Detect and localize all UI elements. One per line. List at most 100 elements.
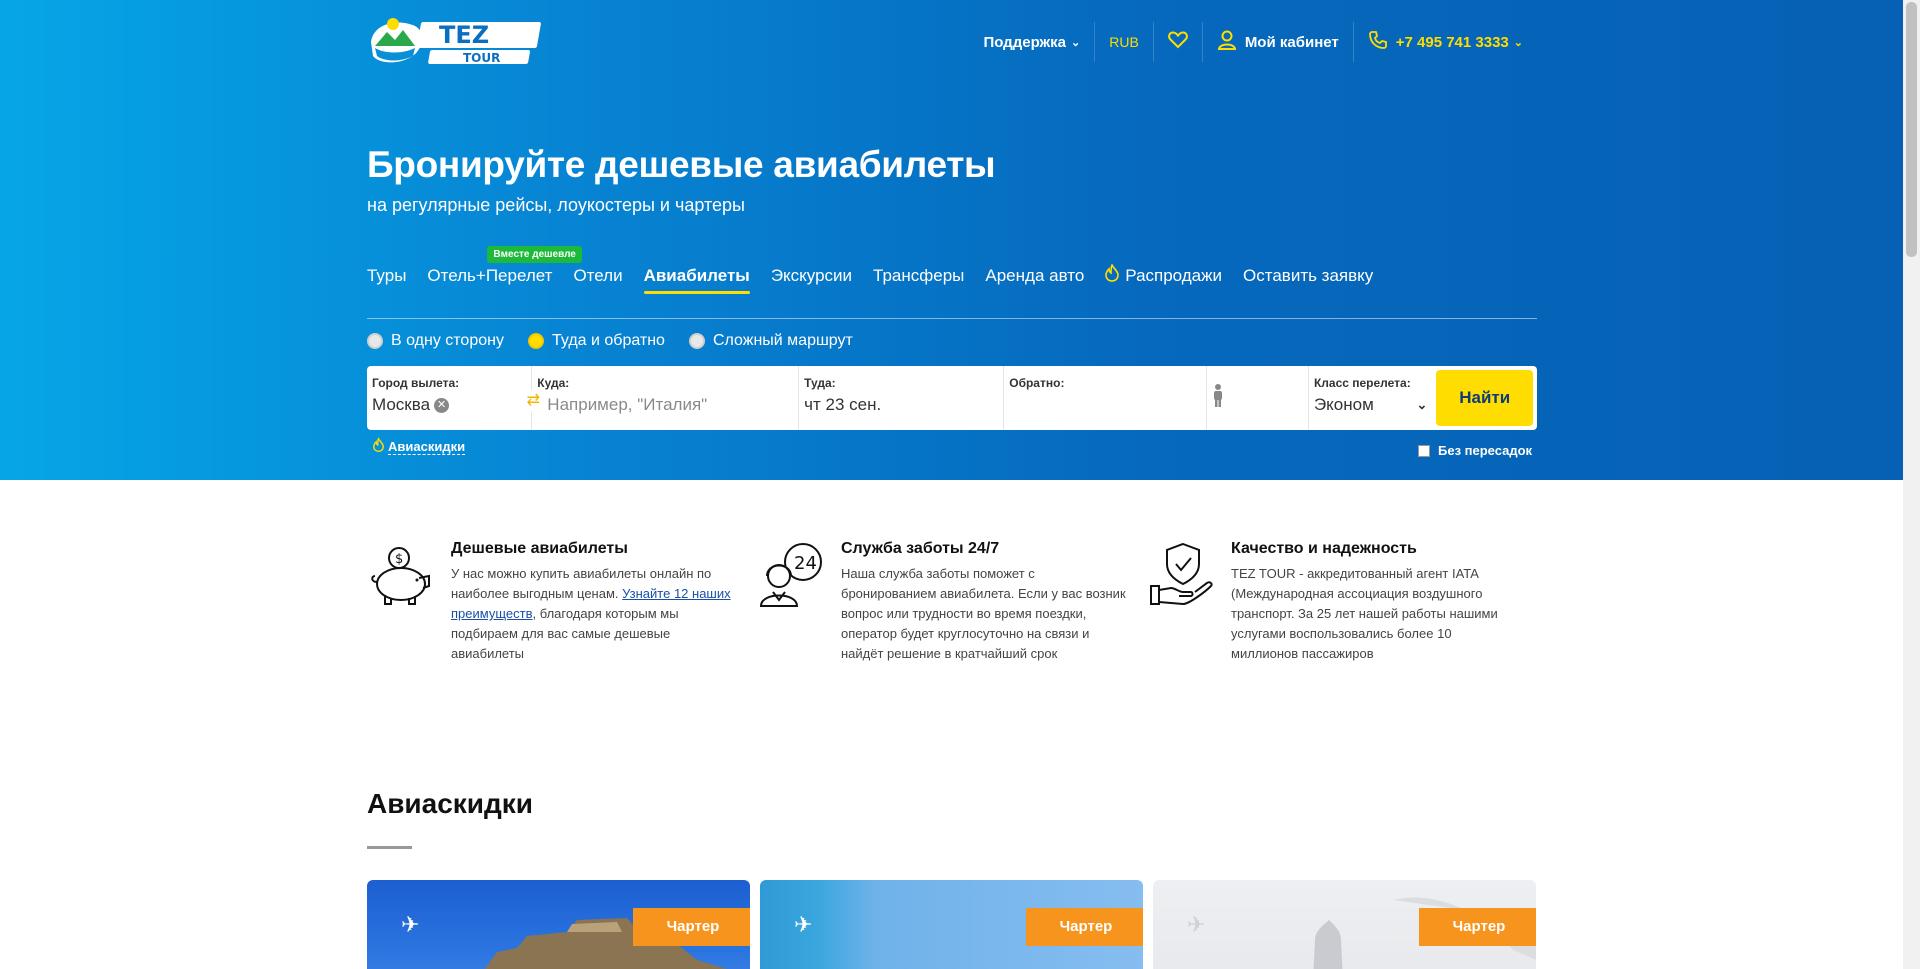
flight-search-form: Город вылета: Москва ✕ ⇄ Куда: Например,…	[367, 366, 1537, 430]
currency-selector[interactable]: RUB	[1094, 22, 1153, 62]
tab-label: Экскурсии	[770, 265, 853, 285]
tab-sales[interactable]: Распродажи	[1105, 263, 1223, 295]
feature-text: У нас можно купить авиабилеты онлайн по …	[451, 564, 739, 664]
top-navigation: Поддержка ⌄ RUB Мой кабинет +7 495 741 3…	[969, 22, 1537, 62]
tab-label: Распродажи	[1125, 265, 1223, 285]
departure-city-field[interactable]: Город вылета: Москва ✕	[367, 366, 533, 430]
deals-cards: ✈ Чартер ✈ Чартер ✈ Чартер	[367, 880, 1546, 969]
tab-hotels[interactable]: Отели	[573, 266, 622, 294]
page: TEZ TOUR Поддержка ⌄ RUB Мой кабинет +7 …	[0, 0, 1903, 969]
chevron-down-icon: ⌄	[1513, 36, 1523, 49]
radio-one-way[interactable]: В одну сторону	[367, 332, 504, 350]
departure-city-value: Москва	[372, 395, 431, 414]
field-label: Класс перелета:	[1313, 376, 1411, 390]
field-label: Город вылета:	[372, 376, 460, 390]
currency-label: RUB	[1109, 34, 1139, 50]
cabin-class-select[interactable]: Класс перелета: Эконом ⌄	[1309, 366, 1432, 430]
feature-cheap-tickets: $ Дешевые авиабилеты У нас можно купить …	[367, 540, 757, 664]
cabin-class-value: Эконом	[1313, 395, 1374, 414]
svg-text:24: 24	[794, 553, 817, 574]
feature-quality: Качество и надежность TEZ TOUR - аккреди…	[1147, 540, 1537, 664]
deal-card[interactable]: ✈ Чартер	[367, 880, 750, 969]
airplane-icon: ✈	[794, 912, 813, 937]
cheaper-together-badge: Вместе дешевле	[487, 245, 582, 263]
tab-label: Авиабилеты	[643, 265, 750, 285]
tab-leave-request[interactable]: Оставить заявку	[1243, 266, 1373, 294]
product-tabs: Туры Вместе дешевле Отель+Перелет Отели …	[367, 245, 1394, 295]
destination-placeholder: Например, "Италия"	[547, 395, 708, 414]
heart-icon	[1167, 31, 1188, 53]
hero-section: TEZ TOUR Поддержка ⌄ RUB Мой кабинет +7 …	[0, 0, 1903, 480]
favorites-button[interactable]	[1152, 22, 1202, 62]
find-button[interactable]: Найти	[1436, 370, 1533, 426]
charter-badge: Чартер	[1419, 908, 1536, 946]
field-label: Туда:	[804, 376, 836, 390]
tab-label: Аренда авто	[985, 265, 1085, 285]
logo-text-top: TEZ	[439, 21, 489, 49]
phone-icon	[1368, 30, 1388, 54]
chevron-down-icon: ⌄	[1071, 36, 1081, 49]
flight-discounts-label: Авиаскидки	[388, 438, 466, 455]
tab-car-rental[interactable]: Аренда авто	[985, 266, 1084, 294]
flight-discounts-link[interactable]: Авиаскидки	[373, 437, 466, 456]
feature-title: Дешевые авиабилеты	[451, 540, 628, 557]
tab-hotel-flight[interactable]: Вместе дешевле Отель+Перелет	[427, 245, 582, 294]
support-24-icon: 24	[757, 540, 827, 610]
piggy-bank-icon: $	[367, 540, 437, 610]
features-section: $ Дешевые авиабилеты У нас можно купить …	[367, 540, 1537, 664]
radio-dot	[527, 333, 544, 349]
field-label: Куда:	[537, 376, 570, 390]
clear-icon[interactable]: ✕	[434, 397, 450, 413]
deal-card[interactable]: ✈ Чартер	[760, 880, 1143, 969]
passenger-icon	[1213, 384, 1223, 412]
feature-text: Наша служба заботы поможет с бронировани…	[841, 566, 1126, 661]
page-subtitle: на регулярные рейсы, лоукостеры и чартер…	[367, 195, 745, 215]
destination-field[interactable]: ⇄ Куда: Например, "Италия"	[522, 366, 800, 430]
page-scrollbar[interactable]	[1903, 0, 1920, 969]
svg-text:$: $	[395, 552, 403, 567]
phone-number: +7 495 741 3333	[1395, 33, 1509, 51]
section-title: Авиаскидки	[367, 788, 534, 819]
radio-round-trip[interactable]: Туда и обратно	[527, 332, 665, 350]
radio-label: Сложный маршрут	[712, 332, 853, 349]
tab-excursions[interactable]: Экскурсии	[771, 266, 852, 294]
radio-label: Туда и обратно	[551, 332, 665, 349]
tab-label: Отель+Перелет	[427, 265, 553, 285]
fire-icon	[373, 437, 384, 456]
feature-title: Служба заботы 24/7	[841, 540, 1000, 557]
my-cabinet-link[interactable]: Мой кабинет	[1201, 22, 1353, 62]
phone-menu[interactable]: +7 495 741 3333 ⌄	[1352, 22, 1537, 62]
tabs-divider	[367, 318, 1537, 319]
chevron-down-icon: ⌄	[1416, 397, 1428, 412]
nonstop-checkbox[interactable]: Без пересадок	[1418, 443, 1532, 458]
tab-label: Трансферы	[873, 265, 965, 285]
nonstop-label: Без пересадок	[1438, 443, 1533, 458]
logo-text-bottom: TOUR	[463, 51, 500, 65]
tez-tour-logo[interactable]: TEZ TOUR	[367, 12, 547, 68]
passengers-field[interactable]	[1207, 366, 1309, 430]
tab-flights[interactable]: Авиабилеты	[643, 265, 751, 294]
tab-transfers[interactable]: Трансферы	[873, 266, 964, 294]
deal-card[interactable]: ✈ Чартер	[1153, 880, 1536, 969]
radio-multi-city[interactable]: Сложный маршрут	[688, 332, 853, 350]
scrollbar-thumb[interactable]	[1906, 2, 1917, 257]
return-date-field[interactable]: Обратно:	[1004, 366, 1208, 430]
feature-title: Качество и надежность	[1231, 540, 1417, 557]
airplane-icon: ✈	[1187, 912, 1206, 937]
tab-label: Отели	[573, 265, 623, 285]
support-menu[interactable]: Поддержка ⌄	[969, 22, 1094, 62]
tab-tours[interactable]: Туры	[367, 266, 406, 294]
support-label: Поддержка	[983, 33, 1067, 51]
section-underline	[367, 846, 412, 849]
page-title: Бронируйте дешевые авиабилеты	[367, 144, 996, 185]
radio-dot	[688, 333, 705, 349]
depart-date-field[interactable]: Туда: чт 23 сен.	[799, 366, 1005, 430]
trip-type-selector: В одну сторону Туда и обратно Сложный ма…	[367, 332, 877, 350]
charter-badge: Чартер	[1026, 908, 1143, 946]
airplane-icon: ✈	[401, 912, 420, 937]
charter-badge: Чартер	[633, 908, 750, 946]
shield-hand-icon	[1147, 540, 1217, 610]
feature-support-24-7: 24 Служба заботы 24/7 Наша служба заботы…	[757, 540, 1147, 664]
feature-text: TEZ TOUR - аккредитованный агент IATA (М…	[1231, 566, 1498, 661]
checkbox[interactable]	[1418, 444, 1430, 457]
